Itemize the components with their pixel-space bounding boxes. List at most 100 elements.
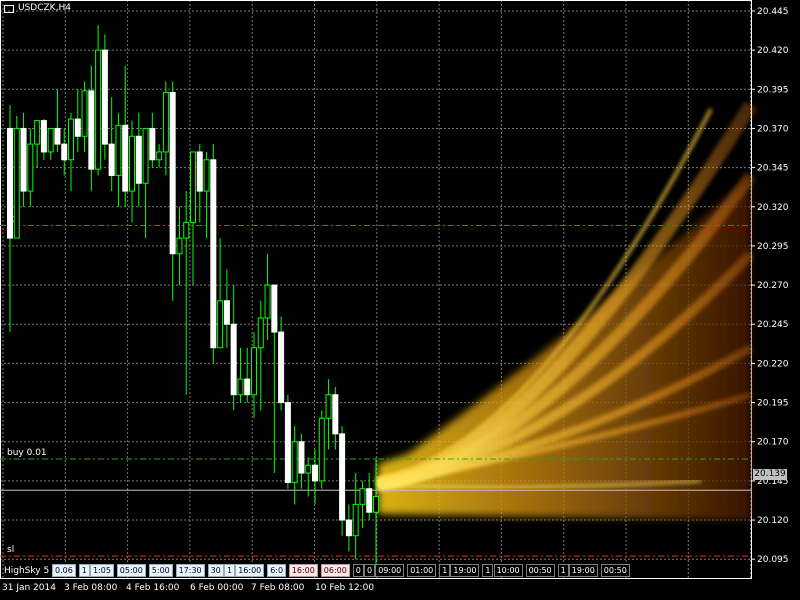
- indicator-box: 0: [352, 564, 364, 577]
- indicator-box: 1:05: [90, 564, 114, 577]
- price-tick-label: 20.220: [757, 359, 789, 369]
- price-tick-label: 20.445: [757, 7, 789, 17]
- candle-body: [244, 378, 251, 396]
- candle-body: [61, 143, 68, 161]
- indicator-box: 09:00: [375, 564, 405, 577]
- candle-body: [20, 127, 27, 192]
- indicator-box: 1: [482, 564, 494, 577]
- time-label: 6 Feb 00:00: [190, 583, 244, 593]
- indicator-box: 17:30: [175, 564, 205, 577]
- price-tick-label: 20.270: [757, 281, 789, 291]
- candle-body: [284, 402, 291, 483]
- candle-body: [149, 127, 156, 161]
- candle-body: [291, 441, 298, 483]
- price-tick-label: 20.370: [757, 124, 789, 134]
- candle-body: [34, 120, 41, 145]
- candle-body: [74, 118, 81, 137]
- candle-body: [271, 284, 278, 333]
- indicator-box: 6:0: [267, 564, 287, 577]
- time-label: 7 Feb 08:00: [251, 583, 305, 593]
- candle-body: [230, 323, 237, 396]
- indicator-box: 5:00: [148, 564, 173, 577]
- indicator-box: 16:00: [288, 564, 318, 577]
- time-label: 3 Feb 08:00: [64, 583, 118, 593]
- candle-body: [298, 441, 305, 474]
- time-label: 31 Jan 2014: [2, 583, 56, 593]
- candle-body: [54, 127, 61, 145]
- indicator-box: 19:00: [450, 564, 480, 577]
- candle-body: [278, 331, 285, 404]
- candle-body: [47, 127, 54, 153]
- candle-body: [101, 49, 108, 145]
- candle-body: [95, 49, 102, 170]
- candle-body: [264, 284, 271, 319]
- candle-body: [257, 317, 264, 349]
- candle-body: [217, 300, 224, 349]
- candle-body: [115, 124, 122, 176]
- price-tick-label: 20.095: [757, 555, 789, 565]
- current-price-tag: 20.139: [753, 469, 787, 480]
- price-axis: 20.445 20.420 20.395 20.370 20.345 20.320 20.2…: [751, 7, 789, 565]
- indicator-box: 0: [364, 564, 376, 577]
- candle-body: [129, 135, 135, 192]
- time-label: 10 Feb 12:00: [315, 583, 375, 593]
- candle-body: [332, 394, 339, 435]
- price-tick-label: 20.420: [757, 46, 789, 56]
- candle-body: [312, 464, 318, 482]
- candle-body: [162, 91, 169, 153]
- candle-body: [237, 378, 244, 396]
- indicator-box: 10:00: [493, 564, 523, 577]
- indicator-box: 16:00: [235, 564, 265, 577]
- indicator-box: 06:00: [320, 564, 350, 577]
- indicator-box: 01:00: [407, 564, 437, 577]
- indicator-box: 0.06: [52, 564, 76, 577]
- indicator-box: 1: [557, 564, 569, 577]
- candle-body: [325, 394, 332, 419]
- candle-body: [352, 503, 359, 537]
- price-tick-label: 20.320: [757, 203, 789, 213]
- candle-body: [81, 90, 88, 137]
- candlestick-series: [7, 25, 379, 575]
- candle-body: [108, 143, 115, 176]
- price-chart[interactable]: tpbuy 0.01sl 20.44520.42020.39520.37020.…: [0, 0, 800, 600]
- candle-body: [359, 488, 366, 505]
- candle-body: [68, 118, 74, 161]
- price-tick-label: 20.120: [757, 516, 789, 526]
- price-tick-label: 20.170: [757, 438, 789, 448]
- candle-body: [210, 159, 217, 349]
- candle-body: [251, 347, 257, 396]
- candle-body: [366, 488, 373, 513]
- candle-body: [27, 143, 34, 192]
- candle-body: [305, 464, 312, 474]
- indicator-box: 00:50: [600, 564, 630, 577]
- candle-body: [169, 91, 176, 255]
- candle-body: [13, 127, 20, 239]
- candle-body: [223, 300, 230, 325]
- candle-body: [203, 159, 210, 192]
- candle-body: [156, 151, 163, 161]
- candle-body: [339, 433, 346, 521]
- indicator-box: 30: [207, 564, 224, 577]
- price-tick-label: 20.395: [757, 85, 789, 95]
- indicator-box: 19:00: [568, 564, 598, 577]
- candle-body: [345, 519, 352, 537]
- indicator-box: 05:00: [116, 564, 146, 577]
- chart-title: USDCZK,H4: [18, 3, 71, 13]
- candle-body: [122, 124, 129, 192]
- price-tick-label: 20.345: [757, 164, 789, 174]
- candle-body: [88, 90, 95, 170]
- candle-body: [318, 417, 325, 482]
- candle-body: [190, 151, 196, 223]
- chart-window-icon: [4, 5, 14, 13]
- indicator-box: 1: [439, 564, 451, 577]
- indicator-box: 1: [78, 564, 90, 577]
- price-tick-label: 20.195: [757, 399, 789, 409]
- candle-body: [183, 221, 190, 239]
- indicator-box: 1: [224, 564, 236, 577]
- level-label: sl: [7, 545, 14, 555]
- candle-body: [176, 237, 183, 255]
- price-tick-label: 20.295: [757, 242, 789, 252]
- candle-body: [40, 120, 47, 153]
- indicator-box: 00:50: [525, 564, 555, 577]
- candle-body: [135, 135, 142, 184]
